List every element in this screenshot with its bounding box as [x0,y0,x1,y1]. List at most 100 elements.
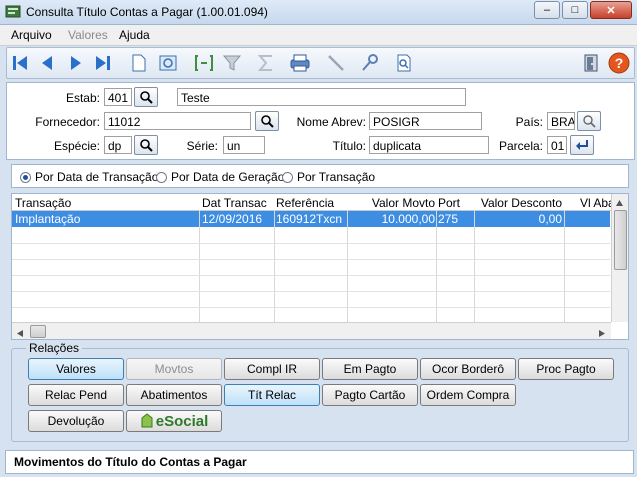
pencil-icon[interactable] [325,52,347,74]
app-icon [5,4,21,18]
tit-relac-button[interactable]: Tít Relac [224,384,320,406]
pagto-cartao-button[interactable]: Pagto Cartão [322,384,418,406]
fornecedor-label: Fornecedor: [35,115,100,129]
magnifier-icon [140,139,153,152]
devolucao-button[interactable]: Devolução [28,410,124,432]
magnifier-icon [583,115,596,128]
parcela-label: Parcela: [498,139,543,153]
sort-by-generation-date[interactable]: Por Data de Geração [156,170,284,184]
last-icon[interactable] [92,52,114,74]
close-button[interactable]: ✕ [590,1,632,19]
movements-grid[interactable]: Transação Dat Transac Referência Valor M… [11,193,629,340]
vertical-scroll-thumb[interactable] [614,210,627,270]
titulo-field[interactable]: duplicata [369,136,489,154]
parcela-field[interactable]: 01 [547,136,567,154]
pais-lookup-button[interactable] [577,111,601,131]
toolbar: ? [6,47,635,79]
menu-valores[interactable]: Valores [68,28,108,42]
column-header-dat-transac[interactable]: Dat Transac [202,194,272,210]
abatimentos-button[interactable]: Abatimentos [126,384,222,406]
close-icon: ✕ [606,4,616,17]
key-icon[interactable] [359,52,381,74]
status-bar: Movimentos do Título do Contas a Pagar [5,450,634,474]
cell-referencia: 160912Txcn [276,212,343,226]
esocial-logo-icon [141,413,153,428]
pais-field: BRA [547,112,575,130]
previous-icon[interactable] [36,52,58,74]
menu-arquivo[interactable]: Arquivo [11,28,52,42]
range-icon[interactable] [193,52,215,74]
minimize-button[interactable]: – [534,1,560,19]
exit-door-icon[interactable] [580,52,602,74]
scroll-up-icon[interactable] [615,196,624,206]
em-pagto-button[interactable]: Em Pagto [322,358,418,380]
help-icon[interactable]: ? [608,52,630,74]
print-icon[interactable] [289,52,311,74]
minimize-icon: – [543,4,551,16]
pais-label: País: [515,115,543,129]
especie-lookup-button[interactable] [134,135,158,155]
ocor-bordero-button[interactable]: Ocor Borderô [420,358,516,380]
relac-pend-button[interactable]: Relac Pend [28,384,124,406]
svg-text:?: ? [615,55,624,71]
maximize-button[interactable]: □ [562,1,588,19]
column-header-valor-desconto[interactable]: Valor Desconto [476,194,562,210]
esocial-button[interactable]: eSocial [126,410,222,432]
cell-dat-transac: 12/09/2016 [202,212,263,226]
esocial-logo-text: eSocial [155,412,209,430]
next-icon[interactable] [65,52,87,74]
vertical-scrollbar[interactable] [611,194,628,322]
column-header-referencia[interactable]: Referência [276,194,346,210]
especie-label: Espécie: [53,139,100,153]
fornecedor-field[interactable]: 11012 [104,112,251,130]
serie-field[interactable]: un [223,136,265,154]
horizontal-scrollbar[interactable] [12,322,611,339]
enter-arrow-icon [576,140,588,150]
menu-ajuda[interactable]: Ajuda [119,28,150,42]
magnifier-icon [261,115,274,128]
magnifier-icon [140,91,153,104]
column-header-vl-aba[interactable]: Vl Aba [580,194,614,210]
radio-icon [156,171,167,183]
window-title: Consulta Título Contas a Pagar (1.00.01.… [26,5,268,19]
search-document-icon[interactable] [393,52,415,74]
column-header-port[interactable]: Port [438,194,468,210]
relacoes-legend: Relações [26,341,83,355]
new-document-icon[interactable] [128,52,150,74]
estab-description: Teste [177,88,466,106]
column-header-transacao[interactable]: Transação [15,194,195,210]
sort-by-transaction-date[interactable]: Por Data de Transação [20,170,158,184]
nome-abrev-label: Nome Abrev: [296,115,366,129]
cell-port: 275 [438,212,459,226]
titulo-label: Título: [332,139,366,153]
valores-button[interactable]: Valores [28,358,124,380]
estab-label: Estab: [65,91,100,105]
scroll-right-icon[interactable] [598,327,606,339]
estab-lookup-button[interactable] [134,87,158,107]
movtos-button[interactable]: Movtos [126,358,222,380]
compl-ir-button[interactable]: Compl IR [224,358,320,380]
ordem-compra-button[interactable]: Ordem Compra [420,384,516,406]
title-bar: Consulta Título Contas a Pagar (1.00.01.… [0,0,637,25]
scroll-left-icon[interactable] [16,327,24,339]
parcela-go-button[interactable] [570,135,594,155]
serie-label: Série: [186,139,218,153]
cell-valor-desconto: 0,00 [538,212,562,226]
status-text: Movimentos do Título do Contas a Pagar [14,455,247,469]
estab-field[interactable]: 401 [104,88,132,106]
menu-bar: Arquivo Valores Ajuda [0,25,637,46]
preview-icon[interactable] [157,52,179,74]
sum-icon[interactable] [255,52,277,74]
horizontal-scroll-thumb[interactable] [30,325,46,338]
radio-selected-icon [20,171,31,183]
filter-icon[interactable] [221,52,243,74]
fornecedor-lookup-button[interactable] [255,111,279,131]
proc-pagto-button[interactable]: Proc Pagto [518,358,614,380]
column-header-valor-movto[interactable]: Valor Movto [349,194,435,210]
sort-by-transaction[interactable]: Por Transação [282,170,375,184]
first-icon[interactable] [9,52,31,74]
radio-icon [282,171,293,183]
nome-abrev-field: POSIGR [369,112,482,130]
especie-field[interactable]: dp [104,136,132,154]
cell-valor-movto: 10.000,00 [381,212,435,226]
